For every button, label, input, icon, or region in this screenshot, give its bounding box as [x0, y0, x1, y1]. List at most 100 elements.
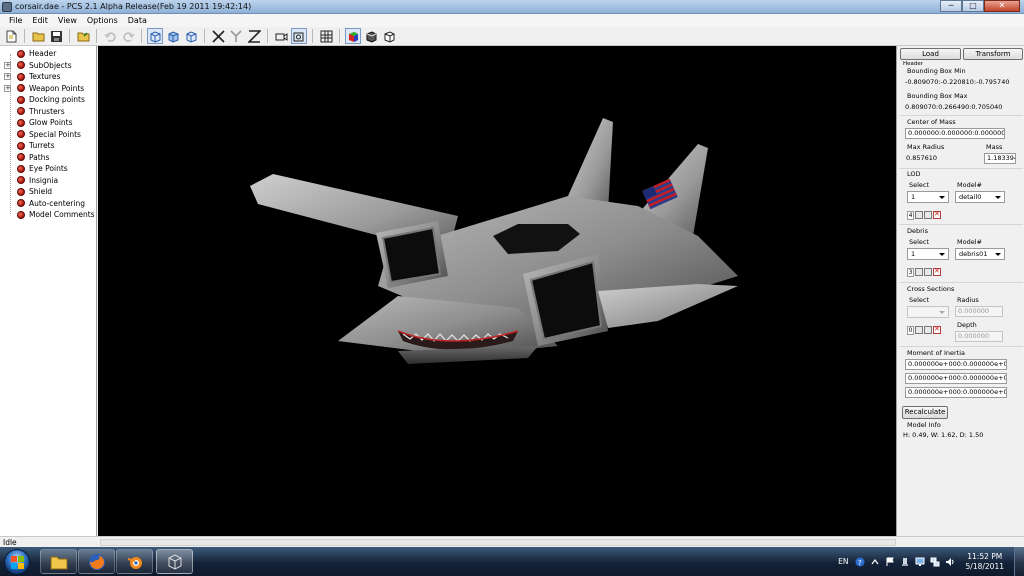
show-desktop-button[interactable]	[1014, 547, 1024, 576]
lod-select-value: 1	[911, 193, 916, 201]
inertia-row-3[interactable]: 0.000000e+000:0.000000e+000	[905, 387, 1007, 398]
lod-select-dropdown[interactable]: 1	[907, 191, 949, 203]
color-sphere-icon[interactable]	[345, 28, 361, 44]
tree-item-model-comments[interactable]: Model Comments	[0, 209, 96, 221]
horizontal-scrollbar[interactable]	[100, 539, 896, 546]
import-folder-icon[interactable]	[75, 28, 91, 44]
menu-file[interactable]: File	[4, 14, 27, 27]
action-center-flag-icon[interactable]	[885, 557, 895, 567]
cross-tools: 0	[907, 325, 941, 335]
undo-icon[interactable]	[102, 28, 118, 44]
safely-remove-icon[interactable]	[900, 557, 910, 567]
task-explorer[interactable]	[40, 549, 77, 574]
help-icon[interactable]: ?	[855, 557, 865, 567]
divider	[899, 224, 1023, 225]
tree-item-auto-centering[interactable]: Auto-centering	[0, 198, 96, 210]
node-ball-icon	[17, 95, 25, 104]
transform-button[interactable]: Transform	[963, 48, 1023, 60]
open-folder-icon[interactable]	[30, 28, 46, 44]
clock[interactable]: 11:52 PM 5/18/2011	[966, 552, 1004, 572]
tree-item-shield[interactable]: Shield	[0, 186, 96, 198]
camera-icon[interactable]	[273, 28, 289, 44]
expand-plus-icon[interactable]: +	[4, 84, 11, 92]
delete-icon[interactable]	[933, 325, 941, 334]
node-ball-icon	[17, 164, 25, 173]
radius-field[interactable]: 0.000000	[955, 306, 1003, 317]
close-button[interactable]: ✕	[984, 0, 1020, 12]
tree-item-glow-points[interactable]: Glow Points	[0, 117, 96, 129]
bbox-min-label: Bounding Box Min	[907, 67, 966, 75]
tree-item-eye-points[interactable]: Eye Points	[0, 163, 96, 175]
textured-view-icon[interactable]	[183, 28, 199, 44]
firefox-icon	[88, 553, 105, 570]
window-controls: ─ □ ✕	[940, 0, 1020, 14]
network-icon[interactable]	[930, 557, 940, 567]
volume-icon[interactable]	[945, 557, 955, 567]
cross-count-field[interactable]: 0	[907, 325, 914, 335]
properties-panel: Load Transform Header Bounding Box Min -…	[896, 46, 1024, 536]
expand-plus-icon[interactable]: +	[4, 73, 11, 80]
moment-of-inertia-label: Moment of Inertia	[907, 349, 966, 357]
add-icon[interactable]	[915, 326, 923, 334]
tree-item-paths[interactable]: Paths	[0, 152, 96, 164]
copy-icon[interactable]	[924, 211, 932, 219]
lod-count-field[interactable]: 4	[907, 210, 914, 220]
wireframe-view-icon[interactable]	[147, 28, 163, 44]
tree-item-special-points[interactable]: Special Points	[0, 129, 96, 141]
maximize-button[interactable]: □	[962, 0, 984, 12]
save-disk-icon[interactable]	[48, 28, 64, 44]
task-firefox[interactable]	[78, 549, 115, 574]
cross-select-dropdown[interactable]	[907, 306, 949, 318]
menu-options[interactable]: Options	[82, 14, 123, 27]
tree-item-thrusters[interactable]: Thrusters	[0, 106, 96, 118]
menu-view[interactable]: View	[53, 14, 82, 27]
tree-item-docking-points[interactable]: Docking points	[0, 94, 96, 106]
expand-plus-icon[interactable]: +	[4, 61, 11, 69]
inertia-row-2[interactable]: 0.000000e+000:0.000000e+000	[905, 373, 1007, 384]
recalculate-button[interactable]: Recalculate	[902, 406, 948, 419]
tray-expand-icon[interactable]	[870, 557, 880, 567]
tree-item-turrets[interactable]: Turrets	[0, 140, 96, 152]
radius-label: Radius	[957, 296, 979, 304]
move-axis-icon[interactable]	[210, 28, 226, 44]
solid-view-icon[interactable]	[165, 28, 181, 44]
add-icon[interactable]	[915, 268, 923, 276]
delete-icon[interactable]	[933, 210, 941, 219]
copy-icon[interactable]	[924, 268, 932, 276]
task-blender[interactable]	[116, 549, 153, 574]
copy-icon[interactable]	[924, 326, 932, 334]
mass-field[interactable]: 1.183394	[984, 153, 1016, 164]
tree-item-header[interactable]: Header	[0, 48, 96, 60]
tree-item-weapon-points[interactable]: + Weapon Points	[0, 83, 96, 95]
camera-alt-icon[interactable]	[291, 28, 307, 44]
depth-field[interactable]: 0.000000	[955, 331, 1003, 342]
delete-icon[interactable]	[933, 267, 941, 276]
minimize-button[interactable]: ─	[940, 0, 962, 12]
debris-count-field[interactable]: 3	[907, 267, 914, 277]
outline-cube-icon[interactable]	[381, 28, 397, 44]
shaded-cube-icon[interactable]	[363, 28, 379, 44]
scale-axis-icon[interactable]	[246, 28, 262, 44]
task-pcs[interactable]	[156, 549, 193, 574]
lod-model-dropdown[interactable]: detail0	[955, 191, 1005, 203]
center-of-mass-field[interactable]: 0.000000:0.000000:0.000000	[905, 128, 1005, 139]
menu-edit[interactable]: Edit	[27, 14, 53, 27]
add-icon[interactable]	[915, 211, 923, 219]
tree-item-insignia[interactable]: Insignia	[0, 175, 96, 187]
menu-data[interactable]: Data	[123, 14, 152, 27]
redo-icon[interactable]	[120, 28, 136, 44]
inertia-row-1[interactable]: 0.000000e+000:0.000000e+000	[905, 359, 1007, 370]
new-file-icon[interactable]	[3, 28, 19, 44]
debris-select-dropdown[interactable]: 1	[907, 248, 949, 260]
load-button[interactable]: Load	[900, 48, 961, 60]
tree-item-subobjects[interactable]: + SubObjects	[0, 60, 96, 72]
language-indicator[interactable]: EN	[838, 557, 848, 566]
start-button[interactable]	[4, 549, 30, 575]
clock-time: 11:52 PM	[967, 551, 1003, 561]
debris-model-dropdown[interactable]: debris01	[955, 248, 1005, 260]
grid-icon[interactable]	[318, 28, 334, 44]
rotate-axis-icon[interactable]	[228, 28, 244, 44]
tree-item-textures[interactable]: + Textures	[0, 71, 96, 83]
3d-viewport[interactable]	[98, 46, 896, 536]
display-icon[interactable]	[915, 557, 925, 567]
